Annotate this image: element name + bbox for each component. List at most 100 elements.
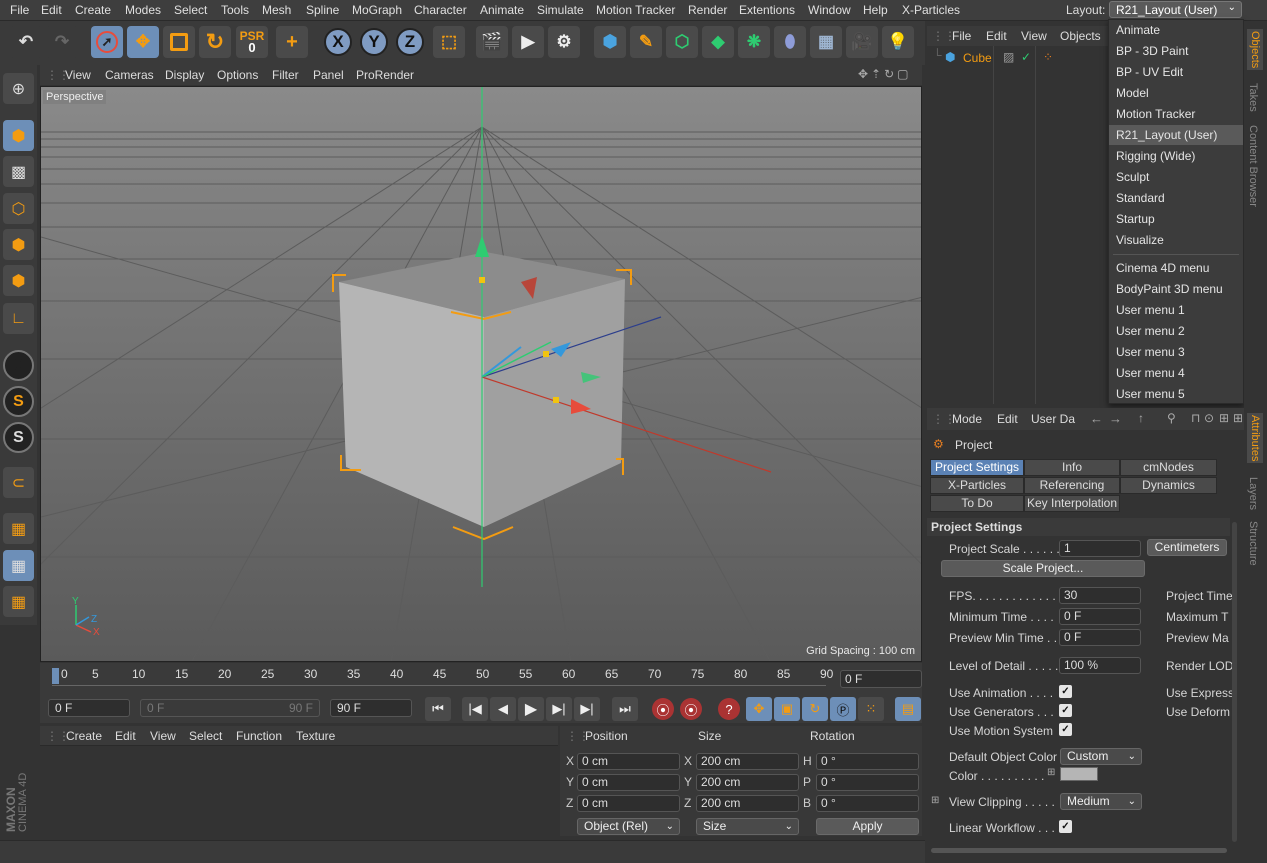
viewport-menu-filter[interactable]: Filter: [272, 68, 299, 82]
layout-option-bp-uv-edit[interactable]: BP - UV Edit: [1109, 62, 1243, 82]
layout-menu-user5[interactable]: User menu 5: [1109, 384, 1243, 404]
tab-structure[interactable]: Structure: [1247, 521, 1259, 566]
tag-icon[interactable]: ⁘: [1043, 50, 1053, 64]
expand-icon[interactable]: ⊞: [931, 795, 939, 806]
project-scale-field[interactable]: 1: [1059, 540, 1141, 557]
end-frame-field[interactable]: 90 F: [330, 699, 412, 717]
lod-field[interactable]: 100 %: [1059, 657, 1141, 674]
preview-range-slider[interactable]: 0 F 90 F: [140, 699, 320, 717]
solo-hierarchy-icon[interactable]: S: [3, 422, 34, 453]
undo-icon[interactable]: ↶: [10, 26, 42, 58]
subdivision-icon[interactable]: ⬡: [666, 26, 698, 58]
size-y-field[interactable]: 200 cm: [696, 774, 799, 791]
expand-icon[interactable]: ⊞: [1047, 767, 1055, 778]
coord-mode-select[interactable]: Object (Rel) ⌄: [577, 818, 680, 835]
solo-single-icon[interactable]: S: [3, 386, 34, 417]
layout-option-sculpt[interactable]: Sculpt: [1109, 167, 1243, 187]
position-z-field[interactable]: 0 cm: [577, 795, 680, 812]
units-select[interactable]: Centimeters: [1147, 539, 1227, 556]
layout-option-startup[interactable]: Startup: [1109, 209, 1243, 229]
layout-menu-user1[interactable]: User menu 1: [1109, 300, 1243, 320]
viewport-menu-options[interactable]: Options: [217, 68, 258, 82]
points-mode-icon[interactable]: ⬡: [3, 193, 34, 224]
rotate-tool-icon[interactable]: ↻: [199, 26, 231, 58]
generator-icon[interactable]: ◆: [702, 26, 734, 58]
make-editable-icon[interactable]: ⊕: [3, 73, 34, 104]
use-generators-checkbox[interactable]: ✓: [1059, 704, 1072, 717]
object-menu-objects[interactable]: Objects: [1060, 29, 1101, 43]
tab-project-settings[interactable]: Project Settings: [930, 459, 1024, 476]
layout-select[interactable]: R21_Layout (User) ⌄: [1109, 1, 1242, 18]
next-frame-icon[interactable]: ▶|: [546, 697, 572, 721]
start-frame-field[interactable]: 0 F: [48, 699, 130, 717]
menu-character[interactable]: Character: [414, 3, 467, 17]
fps-field[interactable]: 30: [1059, 587, 1141, 604]
edges-mode-icon[interactable]: ⬢: [3, 229, 34, 260]
record-rotation-icon[interactable]: ↻: [802, 697, 828, 721]
floor-icon[interactable]: ▦: [810, 26, 842, 58]
material-menu-edit[interactable]: Edit: [115, 729, 136, 743]
layout-option-rigging-wide[interactable]: Rigging (Wide): [1109, 146, 1243, 166]
viewport-nav-icons[interactable]: ✥⇡↻▢: [858, 67, 912, 81]
object-row-cube[interactable]: └ ⬢ Cube ▨ ✓ ⁘: [931, 48, 1111, 68]
pen-spline-icon[interactable]: ✎: [630, 26, 662, 58]
viewport-menu-cameras[interactable]: Cameras: [105, 68, 154, 82]
cube-primitive-icon[interactable]: ⬢: [594, 26, 626, 58]
render-view-icon[interactable]: 🎬: [476, 26, 508, 58]
solo-off-icon[interactable]: S: [3, 350, 34, 381]
layout-option-bp-3d-paint[interactable]: BP - 3D Paint: [1109, 41, 1243, 61]
axis-lock-y-button[interactable]: Y: [360, 28, 388, 56]
tab-referencing[interactable]: Referencing: [1024, 477, 1120, 494]
layout-menu-user4[interactable]: User menu 4: [1109, 363, 1243, 383]
next-key-icon[interactable]: ▶|: [574, 697, 600, 721]
default-color-select[interactable]: Custom ⌄: [1060, 748, 1142, 765]
redo-icon[interactable]: ↷: [46, 26, 78, 58]
tab-attributes[interactable]: Attributes: [1247, 413, 1263, 464]
menu-animate[interactable]: Animate: [480, 3, 524, 17]
menu-extentions[interactable]: Extentions: [739, 3, 795, 17]
world-coords-icon[interactable]: +: [276, 26, 308, 58]
size-z-field[interactable]: 200 cm: [696, 795, 799, 812]
axis-lock-z-button[interactable]: Z: [396, 28, 424, 56]
material-menu-view[interactable]: View: [150, 729, 176, 743]
coordinate-system-icon[interactable]: ⬚: [433, 26, 465, 58]
menu-motion-tracker[interactable]: Motion Tracker: [596, 3, 675, 17]
play-icon[interactable]: ▶: [518, 697, 544, 721]
menu-create[interactable]: Create: [75, 3, 111, 17]
viewport-menu-view[interactable]: View: [65, 68, 91, 82]
menu-edit[interactable]: Edit: [41, 3, 62, 17]
tab-content-browser[interactable]: Content Browser: [1247, 125, 1259, 207]
menu-modes[interactable]: Modes: [125, 3, 161, 17]
scale-project-button[interactable]: Scale Project...: [941, 560, 1145, 577]
axis-mode-icon[interactable]: ∟: [3, 303, 34, 334]
polygons-mode-icon[interactable]: ⬢: [3, 265, 34, 296]
menu-window[interactable]: Window: [808, 3, 851, 17]
horizontal-scrollbar[interactable]: [931, 848, 1227, 853]
material-menu-function[interactable]: Function: [236, 729, 282, 743]
keyframe-selection-icon[interactable]: ?: [718, 698, 740, 720]
menu-mograph[interactable]: MoGraph: [352, 3, 402, 17]
render-settings-icon[interactable]: ⚙: [548, 26, 580, 58]
material-menu-texture[interactable]: Texture: [296, 729, 335, 743]
render-picture-viewer-icon[interactable]: ▶: [512, 26, 544, 58]
record-active-icon[interactable]: ⦿: [652, 698, 674, 720]
move-tool-icon[interactable]: ✥: [127, 26, 159, 58]
lock-icon[interactable]: ⊓: [1191, 411, 1200, 425]
model-mode-icon[interactable]: ⬢: [3, 120, 34, 151]
rotation-b-field[interactable]: 0 °: [816, 795, 919, 812]
record-scale-icon[interactable]: ▣: [774, 697, 800, 721]
select-arrow-icon[interactable]: ➚: [91, 26, 123, 58]
linear-workflow-checkbox[interactable]: ✓: [1059, 820, 1072, 833]
tab-layers[interactable]: Layers: [1247, 477, 1259, 510]
psr-button[interactable]: PSR 0: [236, 26, 268, 58]
rotation-p-field[interactable]: 0 °: [816, 774, 919, 791]
object-menu-edit[interactable]: Edit: [986, 29, 1007, 43]
menu-tools[interactable]: Tools: [221, 3, 249, 17]
lock-workplane-icon[interactable]: ▦: [3, 550, 34, 581]
tab-cmnodes[interactable]: cmNodes: [1120, 459, 1217, 476]
preview-min-field[interactable]: 0 F: [1059, 629, 1141, 646]
playhead-marker[interactable]: [52, 668, 59, 684]
tab-key-interpolation[interactable]: Key Interpolation: [1024, 495, 1120, 512]
tab-takes[interactable]: Takes: [1247, 83, 1259, 112]
autokey-icon[interactable]: ⦿: [680, 698, 702, 720]
